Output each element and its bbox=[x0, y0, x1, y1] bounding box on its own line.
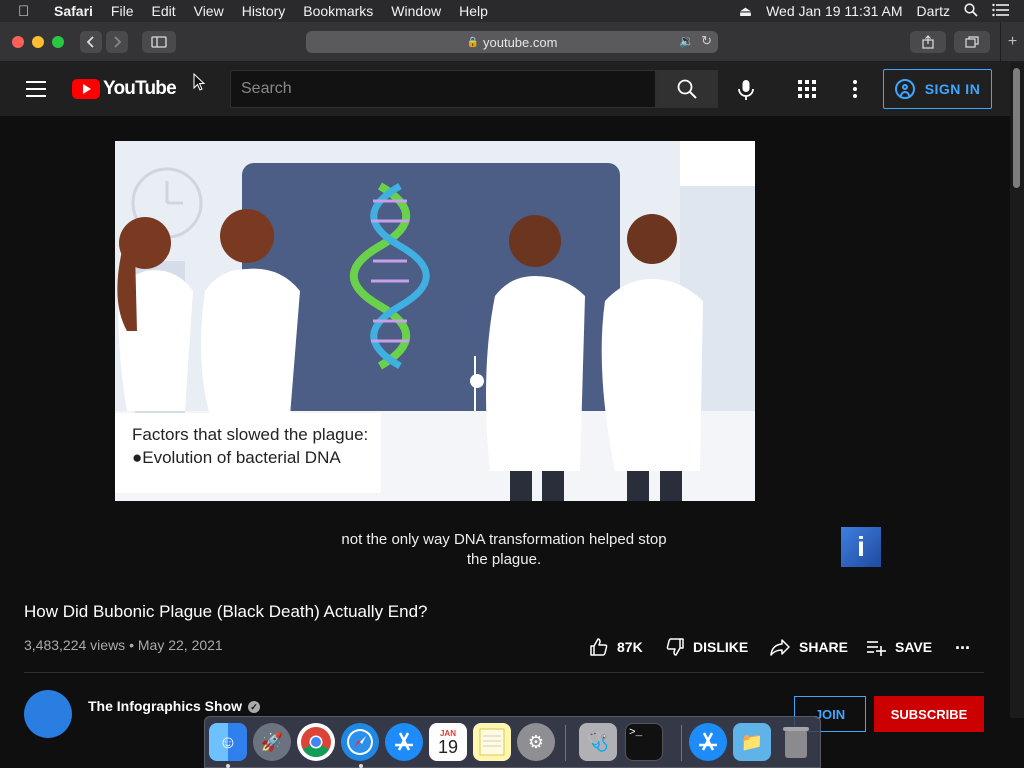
safari-toolbar: 🔒 youtube.com 🔉 ↻ + bbox=[0, 22, 1024, 62]
menu-history[interactable]: History bbox=[242, 3, 286, 19]
menubar-datetime[interactable]: Wed Jan 19 11:31 AM bbox=[766, 3, 902, 19]
finder-icon[interactable]: ☺ bbox=[209, 723, 247, 761]
search-input[interactable]: Search bbox=[230, 70, 656, 108]
save-label: SAVE bbox=[895, 639, 933, 655]
window-close-button[interactable] bbox=[12, 36, 24, 48]
notes-icon[interactable] bbox=[473, 723, 511, 761]
reload-icon[interactable]: ↻ bbox=[701, 33, 712, 49]
control-center-icon[interactable] bbox=[992, 3, 1010, 20]
channel-avatar[interactable] bbox=[24, 690, 72, 738]
menubar-user[interactable]: Dartz bbox=[917, 3, 950, 19]
terminal-icon[interactable]: >_ bbox=[625, 723, 663, 761]
downloads-folder-icon[interactable]: 📁 bbox=[733, 723, 771, 761]
menu-file[interactable]: File bbox=[111, 3, 134, 19]
system-preferences-icon[interactable]: ⚙ bbox=[517, 723, 555, 761]
disk-utility-icon[interactable]: 🩺 bbox=[579, 723, 617, 761]
dislike-label: DISLIKE bbox=[693, 639, 749, 655]
info-card-icon[interactable]: i bbox=[841, 527, 881, 567]
video-overlay-text-box: Factors that slowed the plague: ●Evoluti… bbox=[115, 413, 381, 493]
youtube-logo[interactable]: YouTube bbox=[72, 78, 177, 100]
menu-bookmarks[interactable]: Bookmarks bbox=[303, 3, 373, 19]
window-minimize-button[interactable] bbox=[32, 36, 44, 48]
page-scrollbar[interactable] bbox=[1010, 62, 1024, 718]
app-store-folder-icon[interactable] bbox=[689, 723, 727, 761]
subscribe-button[interactable]: SUBSCRIBE bbox=[874, 696, 984, 732]
more-actions-button[interactable]: ... bbox=[955, 630, 970, 656]
video-overlay-line-1: Factors that slowed the plague: bbox=[132, 425, 369, 444]
sidebar-toggle-button[interactable] bbox=[142, 31, 176, 53]
apple-menu-icon[interactable]:  bbox=[18, 3, 40, 20]
trash-icon[interactable] bbox=[777, 723, 815, 761]
scrollbar-thumb[interactable] bbox=[1013, 68, 1020, 188]
calendar-day: 19 bbox=[437, 736, 459, 757]
macos-dock: ☺ 🚀 JAN 19 ⚙ 🩺 >_ 📁 bbox=[204, 716, 821, 768]
macos-menu-bar:  Safari File Edit View History Bookmark… bbox=[0, 0, 1024, 22]
apps-grid-icon[interactable] bbox=[798, 80, 816, 98]
settings-kebab-icon[interactable] bbox=[852, 80, 858, 98]
tab-overview-button[interactable] bbox=[954, 31, 990, 53]
sign-in-button[interactable]: SIGN IN bbox=[883, 69, 992, 109]
thumbs-up-icon bbox=[590, 638, 608, 656]
menu-help[interactable]: Help bbox=[459, 3, 488, 19]
video-overlay-line-2: ●Evolution of bacterial DNA bbox=[132, 448, 341, 467]
share-label: SHARE bbox=[799, 639, 849, 655]
menu-view[interactable]: View bbox=[194, 3, 224, 19]
search-button[interactable] bbox=[656, 70, 718, 108]
video-actions: 87K DISLIKE SHARE SAVE ... bbox=[0, 633, 1010, 660]
address-bar-url: youtube.com bbox=[483, 34, 558, 50]
lock-icon: 🔒 bbox=[466, 36, 479, 48]
menu-window[interactable]: Window bbox=[391, 3, 441, 19]
video-title: How Did Bubonic Plague (Black Death) Act… bbox=[24, 602, 428, 621]
like-button[interactable]: 87K bbox=[589, 634, 643, 660]
video-player[interactable]: Factors that slowed the plague: ●Evoluti… bbox=[0, 116, 1010, 586]
address-bar[interactable]: 🔒 youtube.com 🔉 ↻ bbox=[306, 31, 718, 53]
spotlight-search-icon[interactable] bbox=[964, 2, 978, 20]
youtube-play-icon bbox=[72, 79, 100, 99]
back-button[interactable] bbox=[80, 31, 102, 53]
search-placeholder: Search bbox=[241, 80, 292, 97]
playlist-add-icon bbox=[867, 641, 886, 656]
video-subtitle: not the only way DNA transformation help… bbox=[341, 531, 667, 568]
launchpad-icon[interactable]: 🚀 bbox=[253, 723, 291, 761]
video-frame[interactable]: Factors that slowed the plague: ●Evoluti… bbox=[115, 141, 755, 501]
safari-running-indicator bbox=[359, 764, 363, 768]
youtube-header: YouTube Search SIGN IN bbox=[0, 62, 1010, 116]
eject-icon[interactable]: ⏏ bbox=[739, 3, 752, 20]
hamburger-menu-icon[interactable] bbox=[26, 81, 46, 97]
like-count: 87K bbox=[617, 639, 643, 655]
app-store-icon[interactable] bbox=[385, 723, 423, 761]
new-tab-button[interactable]: + bbox=[1000, 22, 1024, 62]
forward-button[interactable] bbox=[106, 31, 128, 53]
channel-name[interactable]: The Infographics Show bbox=[88, 698, 242, 714]
account-circle-icon bbox=[894, 79, 915, 99]
verified-check-icon: ✓ bbox=[248, 701, 261, 714]
share-arrow-icon bbox=[770, 639, 790, 656]
sign-in-label: SIGN IN bbox=[924, 81, 981, 97]
chrome-icon[interactable] bbox=[297, 723, 335, 761]
save-button[interactable]: SAVE bbox=[865, 634, 932, 660]
finder-running-indicator bbox=[226, 764, 230, 768]
section-divider bbox=[24, 672, 984, 673]
channel-name-row[interactable]: The Infographics Show ✓ bbox=[88, 698, 261, 714]
mouse-cursor-icon bbox=[193, 73, 205, 91]
dock-separator bbox=[565, 725, 566, 761]
youtube-logo-text: YouTube bbox=[103, 78, 177, 99]
thumbs-down-icon bbox=[666, 638, 684, 656]
menu-app-safari[interactable]: Safari bbox=[54, 3, 93, 19]
menu-edit[interactable]: Edit bbox=[151, 3, 175, 19]
microphone-icon[interactable] bbox=[736, 79, 756, 101]
audio-playing-icon[interactable]: 🔉 bbox=[679, 34, 694, 48]
safari-icon[interactable] bbox=[341, 723, 379, 761]
share-toolbar-button[interactable] bbox=[910, 31, 946, 53]
dock-separator-2 bbox=[681, 725, 682, 761]
calendar-icon[interactable]: JAN 19 bbox=[429, 723, 467, 761]
share-button[interactable]: SHARE bbox=[769, 634, 848, 660]
search-icon bbox=[677, 79, 697, 99]
window-zoom-button[interactable] bbox=[52, 36, 64, 48]
dislike-button[interactable]: DISLIKE bbox=[665, 634, 748, 660]
